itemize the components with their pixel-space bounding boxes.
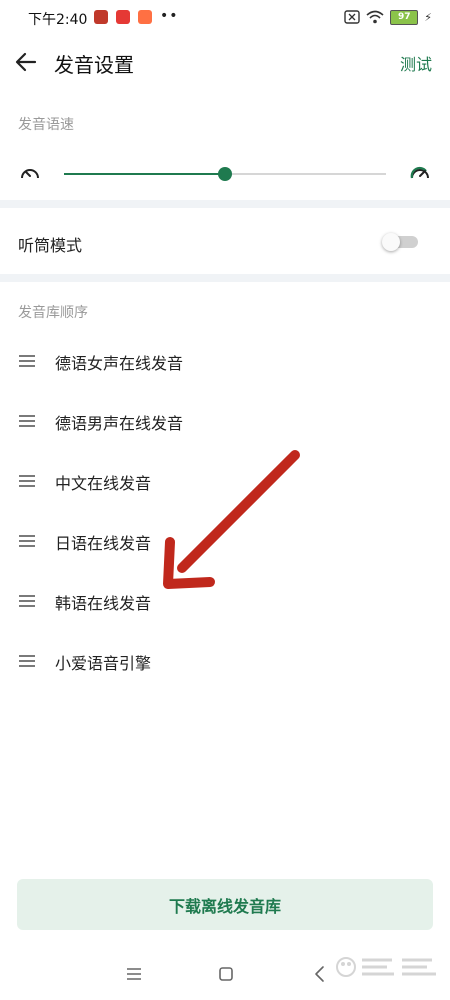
drag-handle-icon[interactable]	[19, 415, 35, 427]
battery-icon: 97	[390, 9, 419, 25]
app-icon-3	[138, 10, 152, 24]
download-button-label: 下载离线发音库	[168, 896, 281, 916]
speed-slider-thumb[interactable]	[218, 167, 232, 181]
watermark-logo-icon	[336, 957, 436, 977]
drag-handle-icon[interactable]	[19, 655, 35, 667]
sim-icon	[344, 10, 360, 24]
charging-icon: ⚡	[424, 10, 432, 24]
engine-label: 日语在线发音	[55, 534, 152, 553]
toggle-knob	[382, 233, 400, 251]
speed-section-label: 发音语速	[18, 117, 74, 133]
section-divider	[0, 274, 450, 282]
list-item[interactable]: 小爱语音引擎	[0, 630, 450, 690]
list-item[interactable]: 日语在线发音	[0, 510, 450, 570]
wifi-icon	[366, 10, 384, 24]
home-icon[interactable]	[216, 964, 236, 984]
section-divider	[0, 200, 450, 208]
earpiece-mode-toggle[interactable]	[382, 233, 420, 251]
test-button[interactable]: 测试	[400, 51, 432, 75]
library-order-label: 发音库顺序	[18, 305, 88, 321]
speed-fast-icon	[410, 166, 429, 179]
speed-slider-fill	[64, 173, 225, 175]
arrow-left-icon	[15, 52, 37, 72]
speed-slow-icon	[21, 169, 39, 179]
engine-label: 中文在线发音	[55, 474, 152, 493]
engine-label: 德语男声在线发音	[55, 414, 184, 433]
page-title: 发音设置	[54, 53, 134, 77]
drag-handle-icon[interactable]	[19, 595, 35, 607]
app-icon-1	[94, 10, 108, 24]
drag-handle-icon[interactable]	[19, 535, 35, 547]
back-nav-icon[interactable]	[310, 964, 330, 984]
header: 发音设置 测试	[0, 36, 450, 88]
engine-label: 韩语在线发音	[55, 594, 152, 613]
drag-handle-icon[interactable]	[19, 475, 35, 487]
drag-handle-icon[interactable]	[19, 355, 35, 367]
status-bar: 下午2:40 •• 97 ⚡	[0, 0, 450, 36]
status-time: 下午2:40	[28, 12, 88, 28]
list-item[interactable]: 韩语在线发音	[0, 570, 450, 630]
engine-label: 小爱语音引擎	[55, 654, 152, 673]
app-icon-2	[116, 10, 130, 24]
menu-icon[interactable]	[124, 964, 144, 984]
list-item[interactable]: 德语男声在线发音	[0, 390, 450, 450]
status-right: 97 ⚡	[344, 9, 432, 25]
list-item[interactable]: 中文在线发音	[0, 450, 450, 510]
back-button[interactable]	[12, 48, 40, 76]
list-item[interactable]: 德语女声在线发音	[0, 330, 450, 390]
speed-slider[interactable]	[64, 167, 386, 181]
more-notifications-icon: ••	[160, 8, 179, 24]
download-offline-library-button[interactable]: 下载离线发音库	[17, 879, 433, 930]
engine-label: 德语女声在线发音	[55, 354, 184, 373]
earpiece-mode-label: 听筒模式	[18, 236, 83, 255]
